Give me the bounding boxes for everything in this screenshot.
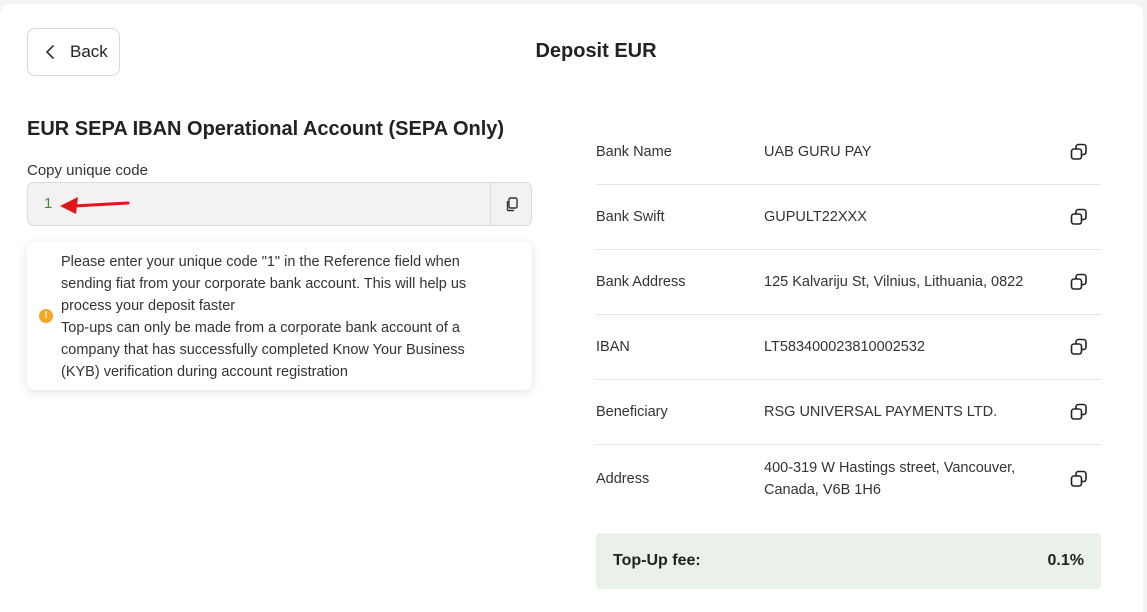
account-title: EUR SEPA IBAN Operational Account (SEPA … <box>27 118 505 140</box>
detail-row-bank-swift: Bank Swift GUPULT22XXX <box>596 185 1101 250</box>
detail-label: IBAN <box>596 339 630 355</box>
copy-icon <box>1070 143 1087 160</box>
copy-icon <box>1070 338 1087 355</box>
detail-label: Beneficiary <box>596 404 668 420</box>
copy-icon <box>1070 470 1087 487</box>
detail-label: Bank Address <box>596 274 686 290</box>
bank-details-list: Bank Name UAB GURU PAY Bank Swift GUPULT… <box>596 120 1101 513</box>
copy-address-button[interactable] <box>1068 468 1090 490</box>
detail-value: GUPULT22XXX <box>764 209 867 225</box>
detail-label: Bank Name <box>596 144 672 160</box>
notice-line-2: Top-ups can only be made from a corporat… <box>61 320 465 380</box>
copy-code-button[interactable] <box>491 183 532 225</box>
notice-line-1: Please enter your unique code "1" in the… <box>61 254 467 314</box>
detail-value: RSG UNIVERSAL PAYMENTS LTD. <box>764 404 998 420</box>
copy-icon <box>1070 403 1087 420</box>
unique-code-value: 1 <box>44 195 53 212</box>
fee-value: 0.1% <box>1047 552 1084 569</box>
red-arrow-annotation <box>60 197 130 214</box>
copy-icon <box>1070 208 1087 225</box>
detail-row-address: Address 400-319 W Hastings street, Vanco… <box>596 445 1101 513</box>
copy-iban-button[interactable] <box>1068 336 1090 358</box>
warning-icon: ! <box>39 309 53 323</box>
copy-beneficiary-button[interactable] <box>1068 401 1090 423</box>
deposit-card: Back Deposit EUR EUR SEPA IBAN Operation… <box>0 4 1143 612</box>
notice-text: Please enter your unique code "1" in the… <box>61 251 501 383</box>
detail-row-bank-name: Bank Name UAB GURU PAY <box>596 120 1101 185</box>
detail-value: 125 Kalvariju St, Vilnius, Lithuania, 08… <box>764 274 1024 290</box>
detail-row-iban: IBAN LT583400023810002532 <box>596 315 1101 380</box>
detail-label: Bank Swift <box>596 209 665 225</box>
info-notice: ! Please enter your unique code "1" in t… <box>27 242 532 390</box>
detail-row-bank-address: Bank Address 125 Kalvariju St, Vilnius, … <box>596 250 1101 315</box>
copy-bank-swift-button[interactable] <box>1068 206 1090 228</box>
detail-label: Address <box>596 471 650 487</box>
detail-row-beneficiary: Beneficiary RSG UNIVERSAL PAYMENTS LTD. <box>596 380 1101 445</box>
copy-bank-name-button[interactable] <box>1068 141 1090 163</box>
copy-bank-address-button[interactable] <box>1068 271 1090 293</box>
top-up-fee-banner: Top-Up fee: 0.1% <box>596 533 1101 589</box>
copy-icon <box>1070 273 1087 290</box>
detail-value: LT583400023810002532 <box>764 339 926 355</box>
detail-value: UAB GURU PAY <box>764 144 872 160</box>
detail-value: 400-319 W Hastings street, Vancouver, Ca… <box>764 460 1016 498</box>
copy-icon <box>506 196 518 211</box>
page-title: Deposit EUR <box>535 40 657 62</box>
unique-code-label: Copy unique code <box>27 162 148 179</box>
fee-label: Top-Up fee: <box>613 552 701 569</box>
